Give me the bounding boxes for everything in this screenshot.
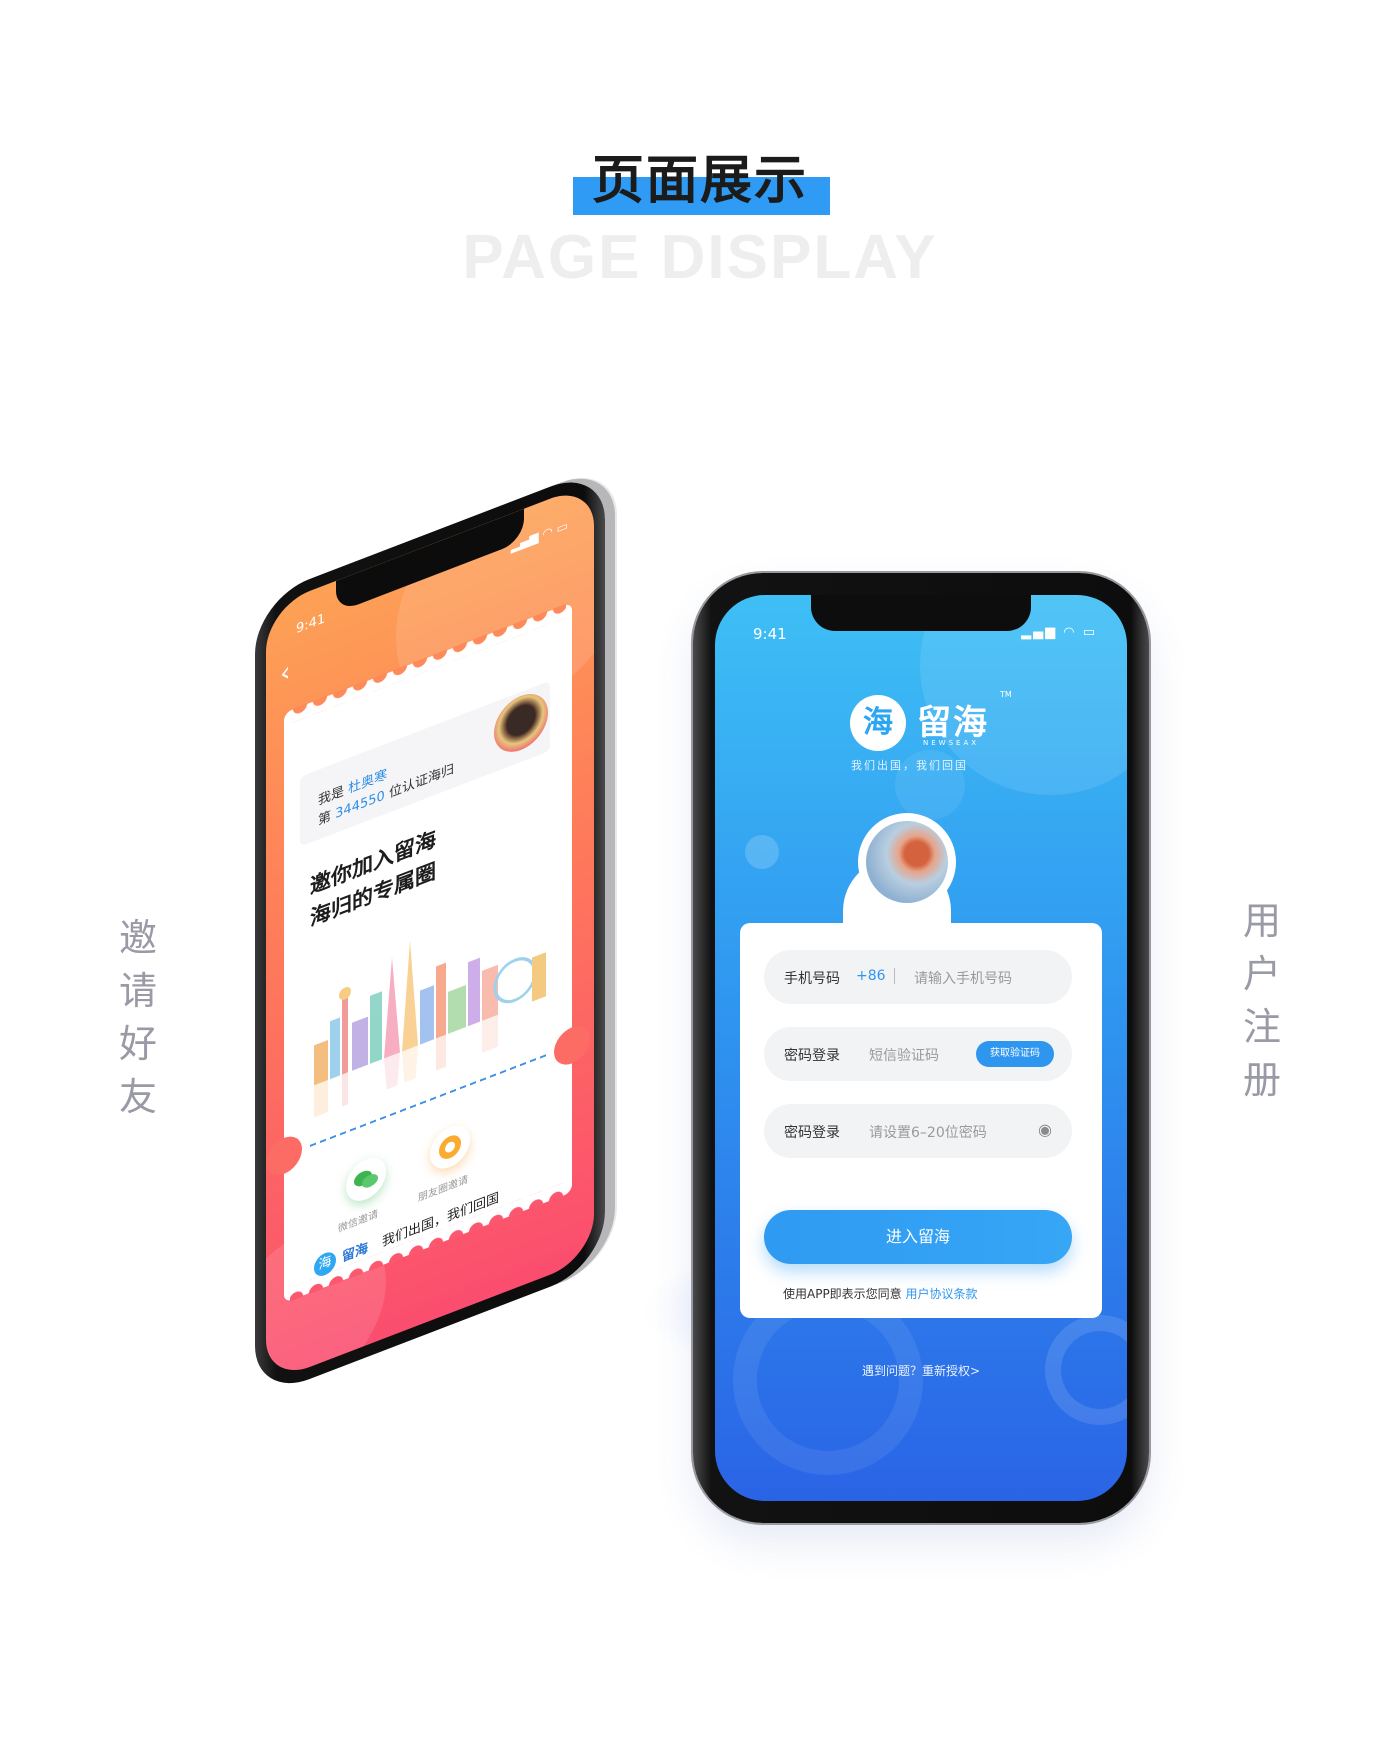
ticket-notch xyxy=(554,1020,590,1071)
invite-screen: 9:41 ▂▄▆ ◠ ▭ ‹ 我是 杜奥寒 第 344550 位认证海归 邀你加… xyxy=(266,481,594,1384)
status-time: 9:41 xyxy=(753,625,787,643)
decor-circle xyxy=(745,835,779,869)
moments-share-label: 朋友圈邀请 xyxy=(418,1174,468,1205)
country-code[interactable]: +86 xyxy=(856,968,886,984)
sms-code-field[interactable]: 密码登录 短信验证码 获取验证码 xyxy=(764,1027,1072,1081)
page-subtitle: PAGE DISPLAY xyxy=(462,223,938,292)
avatar[interactable] xyxy=(866,821,948,903)
sms-field-label: 密码登录 xyxy=(784,1048,840,1064)
brand-name: 留海 xyxy=(917,703,989,743)
ticket-notch xyxy=(266,1130,302,1181)
enter-button[interactable]: 进入留海 xyxy=(764,1210,1072,1264)
phone-input[interactable]: 请输入手机号码 xyxy=(914,968,1012,988)
register-screen: 9:41 ▂▄▆ ◠ ▭ 海 留海 TM NEWSEAX 我们出国，我们回国 手… xyxy=(715,595,1127,1501)
side-label-register: 用户注册 xyxy=(1242,899,1281,1102)
wechat-share-label: 微信邀请 xyxy=(338,1208,378,1236)
brand-english-name: NEWSEAX xyxy=(923,739,980,747)
page-title: 页面展示 xyxy=(591,151,808,211)
moments-aperture-icon xyxy=(439,1135,461,1159)
password-field-label: 密码登录 xyxy=(784,1125,840,1141)
get-code-button[interactable]: 获取验证码 xyxy=(976,1041,1054,1067)
status-time: 9:41 xyxy=(296,611,326,638)
invite-ticket-card: 我是 杜奥寒 第 344550 位认证海归 邀你加入留海 海归的专属圈 微信邀请… xyxy=(266,602,590,1303)
brand-slogan: 我们出国，我们回国 xyxy=(851,759,968,772)
moments-share-button[interactable] xyxy=(430,1119,470,1175)
sms-code-input[interactable]: 短信验证码 xyxy=(869,1045,939,1065)
brand-logo-icon: 海 xyxy=(850,695,906,751)
side-label-invite: 邀请好友 xyxy=(118,916,157,1119)
phone-field-label: 手机号码 xyxy=(784,971,840,987)
phone-field[interactable]: 手机号码 +86 请输入手机号码 xyxy=(764,950,1072,1004)
register-phone-mockup: 9:41 ▂▄▆ ◠ ▭ 海 留海 TM NEWSEAX 我们出国，我们回国 手… xyxy=(693,573,1149,1523)
field-separator xyxy=(894,968,895,984)
invite-phone-mockup: 9:41 ▂▄▆ ◠ ▭ ‹ 我是 杜奥寒 第 344550 位认证海归 邀你加… xyxy=(255,465,605,1400)
reauthorize-link[interactable]: 遇到问题？重新授权> xyxy=(715,1362,1127,1379)
agreement-link[interactable]: 用户协议条款 xyxy=(906,1287,978,1301)
wechat-share-button[interactable] xyxy=(346,1151,386,1208)
eye-icon[interactable]: ◉ xyxy=(1038,1120,1052,1139)
agreement-text: 使用APP即表示您同意 用户协议条款 xyxy=(783,1285,978,1302)
phone-notch xyxy=(811,595,1031,631)
trademark-mark: TM xyxy=(1000,690,1012,699)
password-field[interactable]: 密码登录 请设置6–20位密码 ◉ xyxy=(764,1104,1072,1158)
status-icons: ▂▄▆ ◠ ▭ xyxy=(1021,625,1097,640)
chevron-left-icon[interactable]: ‹ xyxy=(280,656,290,690)
agreement-prefix: 使用APP即表示您同意 xyxy=(783,1287,902,1301)
wechat-icon xyxy=(354,1170,378,1188)
password-input[interactable]: 请设置6–20位密码 xyxy=(869,1122,987,1142)
